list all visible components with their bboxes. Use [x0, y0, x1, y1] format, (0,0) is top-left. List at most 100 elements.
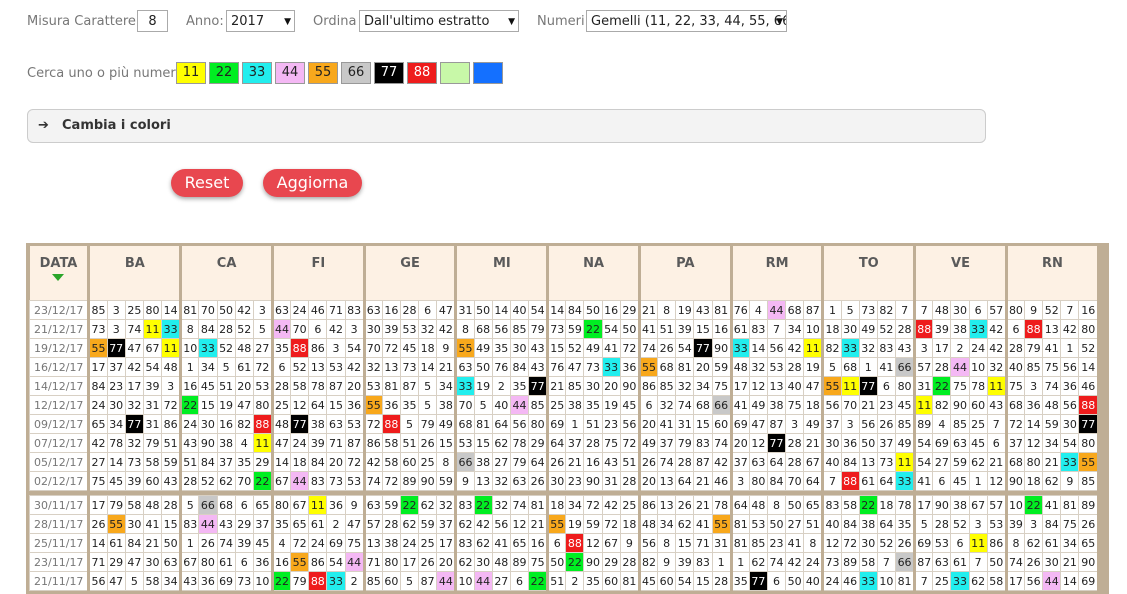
order-select[interactable]: Dall'ultimo estratto — [359, 10, 519, 32]
draw-number: 12 — [748, 376, 768, 396]
draw-number: 33 — [968, 319, 988, 339]
draw-number: 33 — [198, 338, 218, 358]
draw-number: 28 — [619, 552, 641, 572]
draw-date: 21/11/17 — [28, 571, 91, 591]
draw-number: 52 — [1042, 300, 1062, 320]
wheel-header: RM — [731, 246, 825, 301]
draw-number: 5 — [473, 395, 493, 415]
color-swatch[interactable]: 55 — [308, 62, 338, 84]
search-label: Cerca uno o più numeri — [27, 66, 180, 81]
color-swatch[interactable]: 44 — [275, 62, 305, 84]
draw-number: 74 — [124, 319, 144, 339]
draw-number: 48 — [638, 514, 659, 534]
draw-number: 80 — [271, 495, 292, 515]
draw-number: 69 — [932, 433, 952, 453]
draw-number: 72 — [363, 414, 383, 434]
draw-number: 85 — [528, 395, 550, 415]
draw-number: 43 — [693, 300, 713, 320]
draw-number: 21 — [142, 533, 163, 553]
draw-number: 86 — [638, 376, 659, 396]
draw-number: 9 — [657, 552, 677, 572]
reset-button[interactable]: Reset — [171, 169, 243, 197]
draw-number: 7 — [914, 300, 934, 320]
draw-number: 31 — [142, 395, 163, 415]
draw-number: 68 — [1005, 452, 1026, 472]
color-swatch[interactable]: 11 — [176, 62, 206, 84]
draw-number: 28 — [785, 357, 805, 377]
draw-number: 87 — [693, 452, 713, 472]
draw-number: 11 — [308, 495, 328, 515]
draw-number: 6 — [638, 395, 659, 415]
draw-number: 43 — [161, 471, 183, 491]
color-swatch[interactable]: 88 — [407, 62, 437, 84]
draw-number: 89 — [399, 471, 420, 491]
draw-number: 19 — [565, 514, 585, 534]
draw-number: 37 — [252, 514, 274, 534]
date-column-header[interactable]: DATA — [29, 246, 91, 301]
draw-number: 67 — [290, 495, 310, 515]
wheel-header: TO — [822, 246, 917, 301]
update-button[interactable]: Aggiorna — [263, 169, 362, 197]
wheel-header: VE — [914, 246, 1008, 301]
draw-number: 75 — [344, 533, 366, 553]
draw-number: 23 — [565, 471, 585, 491]
draw-number: 32 — [491, 471, 511, 491]
draw-number: 48 — [142, 495, 163, 515]
draw-number: 41 — [693, 514, 713, 534]
draw-number: 5 — [252, 319, 274, 339]
draw-number: 77 — [528, 376, 550, 396]
draw-number: 83 — [876, 338, 896, 358]
draw-number: 16 — [1078, 300, 1100, 320]
color-swatch[interactable] — [473, 62, 503, 84]
draw-number: 32 — [124, 433, 144, 453]
draw-number: 66 — [711, 395, 733, 415]
draw-number: 42 — [785, 552, 805, 572]
draw-number: 6 — [418, 300, 438, 320]
year-select[interactable]: 2017 — [226, 10, 295, 32]
draw-number: 69 — [216, 571, 236, 591]
color-swatch[interactable]: 22 — [209, 62, 239, 84]
draw-number: 39 — [675, 552, 695, 572]
color-swatch[interactable]: 66 — [341, 62, 371, 84]
colors-panel[interactable]: ➔ Cambia i colori — [27, 109, 986, 143]
draw-number: 42 — [986, 319, 1008, 339]
draw-number: 3 — [106, 300, 126, 320]
draw-number: 42 — [436, 319, 458, 339]
draw-number: 73 — [399, 357, 420, 377]
draw-number: 49 — [436, 414, 458, 434]
draw-number: 78 — [308, 376, 328, 396]
color-swatch[interactable]: 77 — [374, 62, 404, 84]
draw-number: 48 — [491, 552, 511, 572]
draw-number: 6 — [234, 552, 254, 572]
draw-number: 11 — [803, 338, 825, 358]
draw-number: 4 — [271, 533, 292, 553]
draw-date: 07/12/17 — [28, 433, 91, 453]
draw-number: 3 — [785, 414, 805, 434]
draw-number: 26 — [657, 338, 677, 358]
draw-number: 70 — [234, 471, 254, 491]
draw-number: 63 — [950, 433, 970, 453]
draw-number: 28 — [161, 495, 183, 515]
font-size-input[interactable]: 8 — [137, 10, 168, 32]
draw-number: 59 — [565, 319, 585, 339]
draw-number: 80 — [1078, 319, 1100, 339]
draw-number: 64 — [803, 471, 825, 491]
color-swatch[interactable]: 33 — [242, 62, 272, 84]
draw-number: 44 — [950, 357, 970, 377]
color-swatch[interactable] — [440, 62, 470, 84]
draw-number: 16 — [528, 533, 550, 553]
draw-number: 89 — [1078, 495, 1100, 515]
draw-number: 56 — [491, 319, 511, 339]
draw-number: 6 — [509, 571, 530, 591]
draw-number: 21 — [547, 376, 567, 396]
draw-number: 68 — [785, 300, 805, 320]
wheel-header: MI — [455, 246, 550, 301]
draw-number: 22 — [583, 319, 603, 339]
draw-number: 14 — [418, 357, 438, 377]
draw-number: 56 — [491, 514, 511, 534]
draw-number: 30 — [822, 433, 842, 453]
draw-number: 54 — [675, 338, 695, 358]
draw-number: 50 — [785, 571, 805, 591]
draw-number: 77 — [1078, 414, 1100, 434]
numbers-select[interactable]: Gemelli (11, 22, 33, 44, 55, 66 — [586, 10, 787, 32]
